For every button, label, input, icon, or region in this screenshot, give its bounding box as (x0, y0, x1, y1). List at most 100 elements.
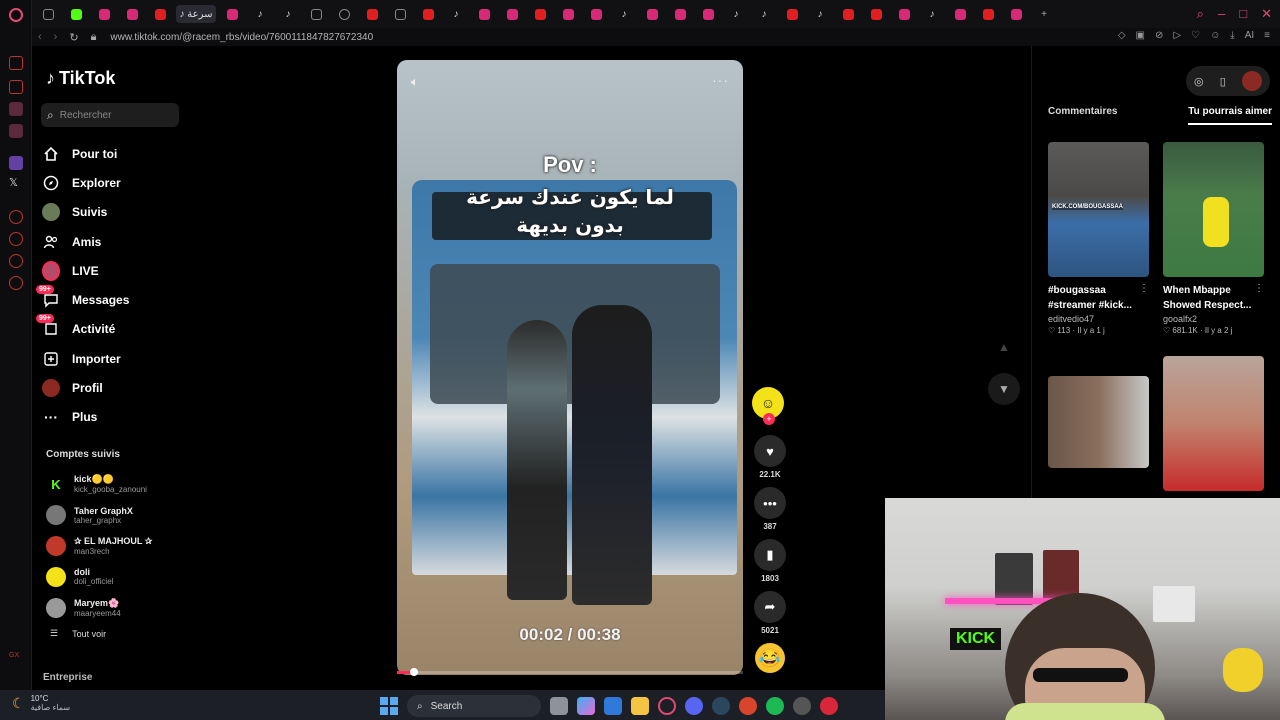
tab[interactable] (584, 5, 608, 23)
video-progress-bar[interactable] (397, 668, 743, 676)
video-card[interactable]: When Mbappe Showed Respect... gooalfx2 ♡… (1163, 142, 1264, 335)
next-video-button[interactable]: ▼ (988, 373, 1020, 405)
app-icon[interactable] (793, 697, 811, 715)
minimize-icon[interactable]: – (1218, 6, 1225, 22)
tab[interactable] (304, 5, 328, 23)
video-player[interactable]: 🔈︎ ··· Pov : لما يكون عندك سرعة بدون بدي… (397, 60, 743, 675)
maximize-icon[interactable]: □ (1239, 6, 1247, 22)
nav-item-amis[interactable]: Amis (42, 227, 192, 256)
task-view-icon[interactable] (550, 697, 568, 715)
reload-icon[interactable]: ↻ (69, 31, 78, 44)
tab[interactable] (836, 5, 860, 23)
settings-icon[interactable] (9, 276, 23, 290)
laughing-emoji-icon[interactable]: 😂 (755, 643, 785, 673)
followed-account[interactable]: K kick🟡🟡 kick_gooba_zanouni (46, 469, 196, 500)
follow-plus-icon[interactable]: + (763, 413, 775, 425)
nav-item-plus[interactable]: ··· Plus (42, 403, 192, 432)
card-more-icon[interactable]: ⋮ (1139, 283, 1149, 294)
tab[interactable]: ♪ (276, 5, 300, 23)
followed-account[interactable]: doli doli_officiel (46, 561, 196, 592)
sidebar-app-icon[interactable] (9, 80, 23, 94)
discord-icon[interactable] (685, 697, 703, 715)
tab[interactable] (416, 5, 440, 23)
sidebar-app-icon[interactable] (9, 56, 23, 70)
tab-active[interactable]: ♪ سرعة (176, 5, 216, 23)
video-more-button[interactable]: ··· (712, 72, 729, 88)
tab[interactable]: ♪ (808, 5, 832, 23)
save-action[interactable]: ▮ 1803 (752, 539, 788, 583)
opera-gx-icon[interactable] (658, 697, 676, 715)
tab[interactable] (36, 5, 60, 23)
card-more-icon[interactable]: ⋮ (1254, 283, 1264, 294)
tab[interactable] (148, 5, 172, 23)
video-thumbnail[interactable] (1163, 142, 1264, 277)
volume-icon[interactable]: 🔈︎ (411, 74, 419, 90)
tab[interactable] (360, 5, 384, 23)
sidebar-app-icon[interactable] (9, 210, 23, 224)
tiktok-logo[interactable]: ♪ TikTok (46, 68, 115, 89)
tab[interactable] (948, 5, 972, 23)
play-icon[interactable]: ▷ (1173, 30, 1181, 41)
tab[interactable] (528, 5, 552, 23)
menu-icon[interactable]: ≡ (1264, 30, 1270, 41)
tab[interactable]: ♪ (724, 5, 748, 23)
ai-icon[interactable]: AI (1245, 30, 1254, 41)
video-thumbnail[interactable] (1048, 376, 1149, 468)
tab[interactable] (120, 5, 144, 23)
sidebar-app-icon[interactable] (9, 124, 23, 138)
new-tab-button[interactable]: + (1032, 5, 1056, 23)
sidebar-app-icon[interactable] (9, 102, 23, 116)
footer-link[interactable]: Entreprise (43, 672, 92, 683)
forward-icon[interactable]: › (54, 31, 58, 44)
bookmark-icon[interactable]: ▮ (754, 539, 786, 571)
tab[interactable] (220, 5, 244, 23)
previous-video-button[interactable]: ▲ (988, 331, 1020, 363)
nav-item-importer[interactable]: Importer (42, 344, 192, 373)
heart-icon[interactable]: ♥ (754, 435, 786, 467)
sidebar-app-icon[interactable] (9, 254, 23, 268)
close-icon[interactable]: ✕ (1261, 6, 1272, 22)
tab[interactable] (668, 5, 692, 23)
coin-icon[interactable]: ◎ (1194, 75, 1204, 88)
tab-comments[interactable]: Commentaires (1048, 106, 1117, 125)
opera-logo-icon[interactable] (9, 8, 23, 22)
video-thumbnail[interactable] (1163, 356, 1264, 491)
file-explorer-icon[interactable] (631, 697, 649, 715)
nav-item-suivis[interactable]: Suivis (42, 198, 192, 227)
video-card[interactable] (1048, 376, 1149, 468)
tab[interactable] (780, 5, 804, 23)
followed-account[interactable]: ✰ EL MAJHOUL ✰ man3rech (46, 531, 196, 562)
share-action[interactable]: ➦ 5021 (752, 591, 788, 635)
steam-icon[interactable] (712, 697, 730, 715)
device-icon[interactable]: ▯ (1220, 75, 1226, 88)
tab[interactable]: ♪ (752, 5, 776, 23)
tab[interactable] (696, 5, 720, 23)
tab[interactable] (92, 5, 116, 23)
store-icon[interactable] (604, 697, 622, 715)
tab[interactable] (332, 5, 356, 23)
tab[interactable] (864, 5, 888, 23)
url-field[interactable]: www.tiktok.com/@racem_rbs/video/76001118… (110, 32, 373, 43)
nav-item-profil[interactable]: Profil (42, 373, 192, 402)
twitch-icon[interactable] (9, 156, 23, 170)
search-input[interactable]: ⌕ Rechercher (41, 103, 179, 127)
tab[interactable] (640, 5, 664, 23)
app-icon[interactable] (820, 697, 838, 715)
video-thumbnail[interactable]: KICK.COM/BOUGASSAA (1048, 142, 1149, 277)
snapshot-icon[interactable]: ▣ (1136, 30, 1145, 41)
gx-icon[interactable]: GX (9, 652, 23, 666)
tab[interactable] (1004, 5, 1028, 23)
sound-action[interactable]: 😂 (752, 643, 788, 673)
share-icon[interactable]: ➦ (754, 591, 786, 623)
nav-item-messages[interactable]: 99+ Messages (36, 285, 192, 314)
tab[interactable]: ♪ (444, 5, 468, 23)
video-card[interactable]: KICK.COM/BOUGASSAA #bougassaa #streamer … (1048, 142, 1149, 335)
comment-action[interactable]: ••• 387 (752, 487, 788, 531)
comment-icon[interactable]: ••• (754, 487, 786, 519)
video-card[interactable] (1163, 356, 1264, 491)
adblock-icon[interactable]: ⊘ (1155, 30, 1163, 41)
history-icon[interactable] (9, 232, 23, 246)
tab-recommended[interactable]: Tu pourrais aimer (1188, 106, 1272, 125)
copilot-icon[interactable] (577, 697, 595, 715)
spotify-icon[interactable] (766, 697, 784, 715)
